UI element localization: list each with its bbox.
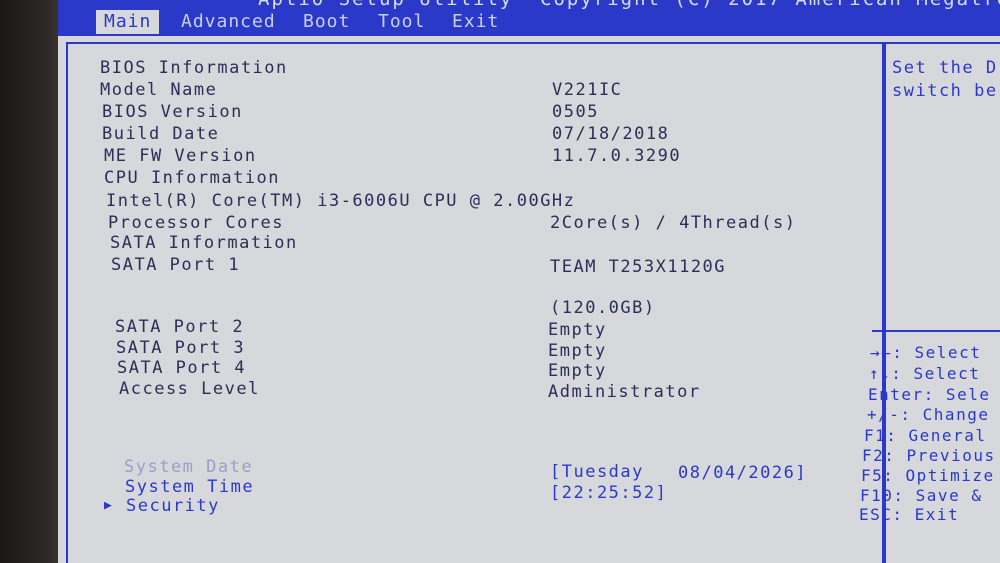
model-name-value: V221IC <box>552 80 623 100</box>
help-key-f1: F1: General <box>864 426 987 445</box>
processor-cores-value: 2Core(s) / 4Thread(s) <box>550 213 797 233</box>
system-time-label[interactable]: System Time <box>125 477 254 497</box>
system-time-value[interactable]: [22:25:52] <box>550 483 667 503</box>
help-key-f10: F10: Save & <box>860 486 983 505</box>
security-menu-item[interactable]: Security <box>126 496 220 516</box>
sata-port3-label: SATA Port 3 <box>116 338 246 358</box>
sata-port2-label: SATA Port 2 <box>115 317 245 337</box>
tab-main[interactable]: Main <box>96 10 160 34</box>
sata-info-heading: SATA Information <box>110 233 298 253</box>
build-date-value: 07/18/2018 <box>552 124 670 144</box>
cpu-info-heading: CPU Information <box>104 168 281 188</box>
me-fw-version-label: ME FW Version <box>104 146 257 166</box>
bios-screen: Aptio Setup Utility Copyright (C) 2017 A… <box>58 0 1000 563</box>
help-key-f2: F2: Previous <box>862 446 996 465</box>
sata-port1-value: TEAM T253X1120G <box>550 257 727 277</box>
submenu-arrow-icon: ▶ <box>104 498 112 513</box>
sata-port4-label: SATA Port 4 <box>117 358 247 378</box>
help-key-f5: F5: Optimize <box>861 466 995 485</box>
copyright-text: Copyright (C) 2017 American Megatrends <box>540 0 1000 10</box>
bios-version-value: 0505 <box>552 102 599 122</box>
bios-info-heading: BIOS Information <box>100 58 288 78</box>
system-date-value[interactable]: 08/04/2026] <box>678 463 807 483</box>
bios-version-label: BIOS Version <box>102 102 243 122</box>
sata-port1-size: (120.0GB) <box>550 298 656 318</box>
help-key-enter: Enter: Sele <box>868 385 991 404</box>
help-key-select-screen: ↑↓: Select <box>869 364 981 383</box>
tab-advanced[interactable]: Advanced <box>173 10 284 34</box>
help-text-line1: Set the D <box>892 58 998 78</box>
tab-boot[interactable]: Boot <box>295 10 358 34</box>
sata-port3-value: Empty <box>548 341 607 361</box>
sata-port2-value: Empty <box>548 320 607 340</box>
system-date-label[interactable]: System Date <box>124 457 253 477</box>
help-text-line2: switch be <box>892 81 998 101</box>
access-level-value: Administrator <box>548 382 701 402</box>
sata-port1-label: SATA Port 1 <box>111 255 241 275</box>
help-divider <box>872 330 1000 332</box>
tab-exit[interactable]: Exit <box>444 10 507 34</box>
utility-title: Aptio Setup Utility <box>258 0 513 10</box>
sata-port4-value: Empty <box>548 361 607 381</box>
model-name-label: Model Name <box>100 80 218 100</box>
tab-tool[interactable]: Tool <box>370 10 433 34</box>
help-key-change: +/-: Change <box>867 405 990 424</box>
menu-bar: Aptio Setup Utility Copyright (C) 2017 A… <box>58 0 1000 36</box>
cpu-name: Intel(R) Core(TM) i3-6006U CPU @ 2.00GHz <box>106 191 576 211</box>
system-date-day[interactable]: [Tuesday <box>550 462 644 482</box>
me-fw-version-value: 11.7.0.3290 <box>552 146 682 166</box>
monitor-bezel <box>0 0 62 563</box>
processor-cores-label: Processor Cores <box>108 213 285 233</box>
build-date-label: Build Date <box>102 124 220 144</box>
help-key-select-item: →←: Select <box>870 343 982 362</box>
help-key-esc: ESC: Exit <box>859 505 960 524</box>
access-level-label: Access Level <box>119 379 260 399</box>
